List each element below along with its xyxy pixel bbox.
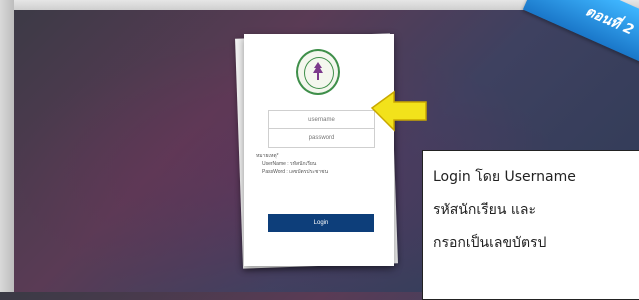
callout-line-2: รหัสนักเรียน และ <box>433 202 536 218</box>
frame-left <box>0 0 14 292</box>
login-button[interactable]: Login <box>268 214 374 232</box>
username-input[interactable]: username <box>268 110 375 130</box>
callout-line-1: Login โดย Username <box>433 169 576 185</box>
password-input[interactable]: password <box>268 128 375 148</box>
instruction-callout: Login โดย Username รหัสนักเรียน และ กรอก… <box>422 150 639 300</box>
seal-emblem <box>313 62 323 80</box>
pointer-arrow-icon <box>370 90 427 132</box>
callout-line-3: กรอกเป็นเลขบัตรป <box>433 235 547 251</box>
school-seal-icon <box>296 49 340 95</box>
note-title: หมายเหตุ* <box>256 153 279 159</box>
note-username: UserName : รหัสนักเรียน <box>262 161 317 167</box>
note-password: PassWord : เลขบัตรประชาชน <box>262 169 328 175</box>
